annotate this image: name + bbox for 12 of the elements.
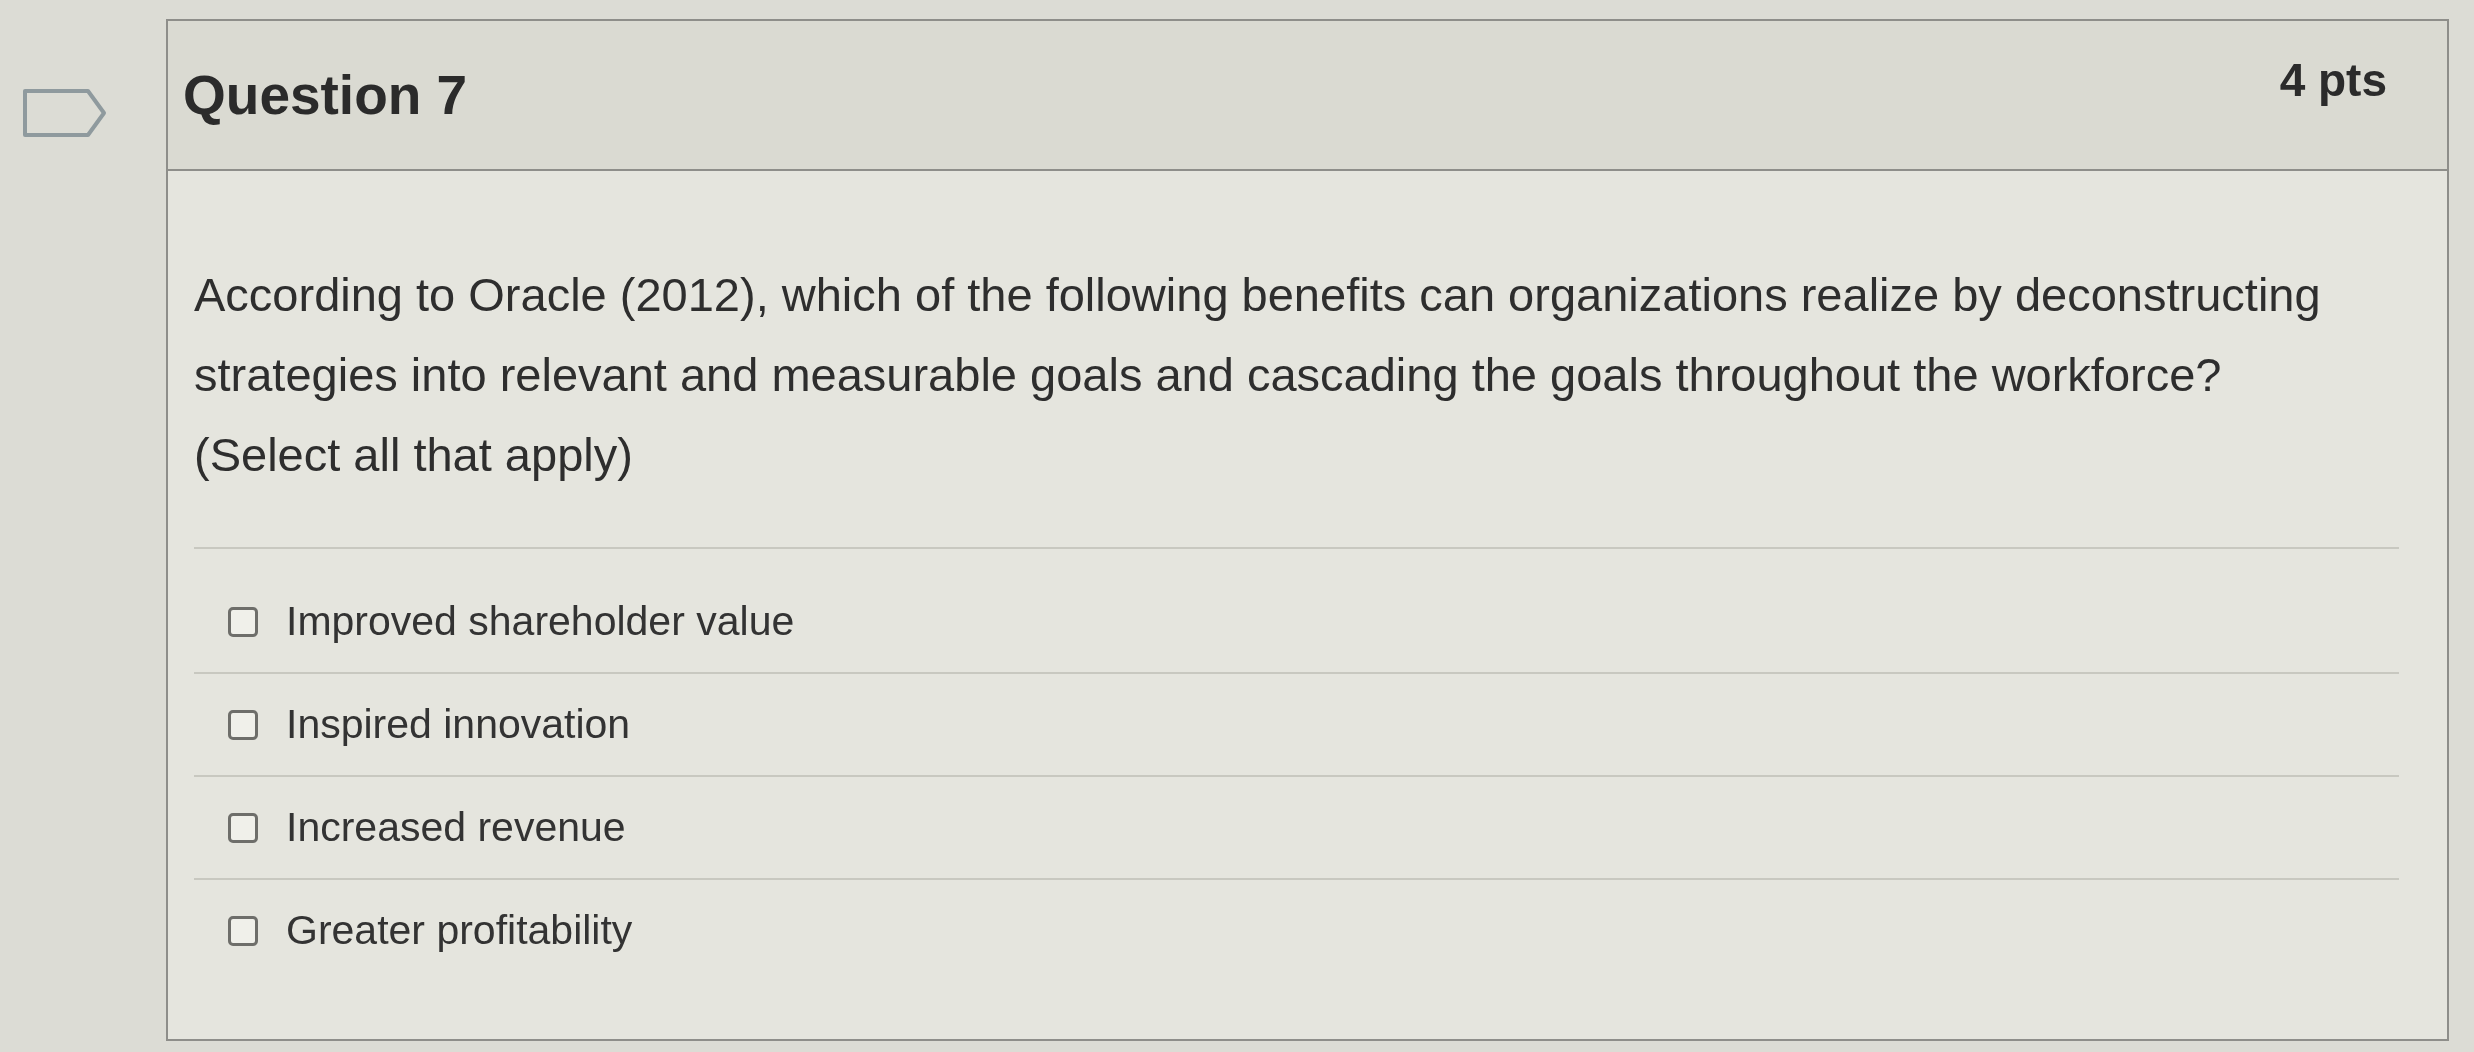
checkbox[interactable]	[228, 915, 258, 946]
instruction-text: (Select all that apply)	[194, 427, 634, 483]
option-label[interactable]: Inspired innovation	[286, 701, 631, 748]
question-text: According to Oracle (2012), which of the following benefits can organizations realize by deconstructing strategies into relevant and measurable goals and cascading the goals throughout the workforce?	[194, 267, 2322, 403]
points-label: 4 pts	[2279, 53, 2387, 107]
option-label[interactable]: Improved shareholder value	[286, 598, 795, 645]
option-label[interactable]: Increased revenue	[286, 804, 626, 851]
option-label[interactable]: Greater profitability	[286, 907, 633, 954]
checkbox[interactable]	[228, 606, 258, 637]
checkbox[interactable]	[228, 709, 258, 740]
checkbox[interactable]	[228, 812, 258, 843]
question-title: Question 7	[183, 63, 468, 127]
